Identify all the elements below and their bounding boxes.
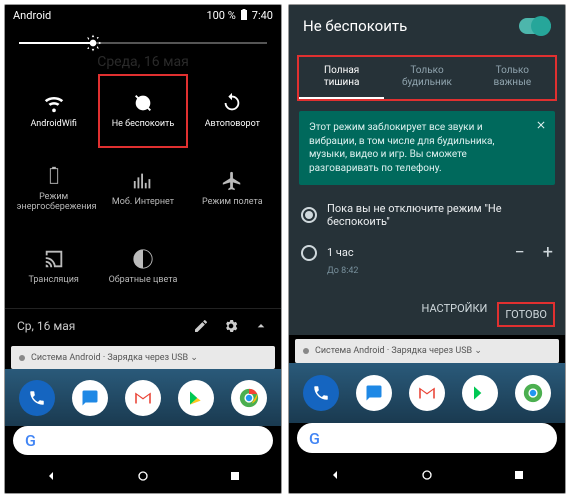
app-play[interactable] (462, 375, 498, 411)
status-time: 7:40 (252, 9, 273, 22)
dnd-title: Не беспокоить (303, 17, 407, 35)
app-phone[interactable] (303, 375, 339, 411)
dock (289, 363, 565, 423)
status-bar: Android 100 % 7:40 (5, 5, 281, 26)
chevron-up-icon[interactable] (253, 318, 269, 334)
qs-tile-data[interactable]: Моб. Интернет (98, 152, 187, 226)
brightness-icon (83, 33, 103, 53)
radio-label: Пока вы не отключите режим "Не беспокоит… (327, 202, 553, 228)
tile-label: Режим энергосбережения (17, 193, 91, 213)
radio-hours[interactable]: 1 час − + (301, 235, 553, 270)
notification-system[interactable]: Система Android · Зарядка через USB ⌄ (11, 346, 275, 369)
battery-icon (240, 9, 248, 21)
tile-label: Обратные цвета (109, 276, 178, 286)
brightness-slider[interactable] (5, 26, 281, 60)
nav-back-icon[interactable] (43, 468, 59, 484)
dnd-info: Этот режим заблокирует все звуки и вибра… (299, 111, 555, 185)
app-messages[interactable] (356, 375, 392, 411)
dnd-actions: НАСТРОЙКИ ГОТОВО (289, 294, 565, 335)
invert-icon (132, 248, 154, 270)
qs-tile-battery[interactable]: Режим энергосбережения (9, 152, 98, 226)
stepper: − + (514, 242, 553, 263)
google-search-bar[interactable]: G (13, 426, 273, 455)
radio-until-off[interactable]: Пока вы не отключите режим "Не беспокоит… (301, 195, 553, 235)
done-button[interactable]: ГОТОВО (497, 302, 555, 327)
notif-icon (19, 355, 25, 361)
tile-label: Автоповорот (205, 120, 260, 130)
status-right: 100 % 7:40 (206, 9, 273, 22)
qs-footer: Ср, 16 мая (5, 308, 281, 342)
tile-label: AndroidWifi (30, 120, 76, 130)
tile-label: Моб. Интернет (112, 198, 174, 208)
nav-bar (5, 459, 281, 493)
qs-tile-wifi[interactable]: AndroidWifi (9, 74, 98, 148)
notif-text: Система Android · Зарядка через USB ⌄ (31, 353, 198, 363)
rotate-icon (221, 92, 243, 114)
nav-home-icon[interactable] (135, 468, 151, 484)
nav-back-icon[interactable] (327, 467, 343, 483)
cast-icon (43, 248, 65, 270)
tile-label: Не беспокоить (112, 120, 175, 130)
tab-будильник[interactable]: Толькобудильник (384, 57, 469, 99)
app-gmail[interactable] (409, 375, 445, 411)
airplane-icon (221, 170, 243, 192)
qs-tile-invert[interactable]: Обратные цвета (98, 230, 187, 304)
nav-recent-icon[interactable] (227, 468, 243, 484)
nav-bar (289, 457, 565, 493)
radio-label: 1 час (327, 246, 354, 259)
dnd-toggle[interactable] (519, 18, 551, 34)
wifi-icon (43, 92, 65, 114)
radio-icon (301, 245, 317, 261)
tile-label: Режим полета (202, 198, 263, 208)
app-phone[interactable] (19, 380, 55, 416)
settings-button[interactable]: НАСТРОЙКИ (422, 302, 488, 327)
notif-icon (303, 348, 309, 354)
app-chrome[interactable] (515, 375, 551, 411)
duration-options: Пока вы не отключите режим "Не беспокоит… (301, 195, 553, 276)
google-search-bar[interactable]: G (297, 423, 557, 453)
dnd-icon (132, 92, 154, 114)
battery-percent: 100 % (206, 9, 235, 22)
footer-date: Ср, 16 мая (17, 319, 75, 333)
notification-system[interactable]: Система Android · Зарядка через USB ⌄ (295, 339, 559, 363)
nav-recent-icon[interactable] (511, 467, 527, 483)
app-chrome[interactable] (231, 380, 267, 416)
google-logo: G (25, 431, 36, 450)
close-icon[interactable] (535, 119, 547, 131)
tab-тишина[interactable]: Полнаятишина (299, 57, 384, 99)
status-title: Android (13, 9, 206, 22)
dnd-tabs: ПолнаятишинаТолькобудильникТольковажные (297, 55, 557, 101)
qs-grid: AndroidWifi Не беспокоить Автоповорот Режим… (5, 70, 281, 304)
dock (5, 369, 281, 426)
battery-icon (43, 165, 65, 187)
tab-важные[interactable]: Тольковажные (470, 57, 555, 99)
nav-home-icon[interactable] (419, 467, 435, 483)
qs-tile-dnd[interactable]: Не беспокоить (98, 74, 187, 148)
radio-subtext: До 8:42 (327, 266, 553, 276)
phone-left-quicksettings: Android 100 % 7:40 Среда, 16 мая Android… (4, 4, 282, 494)
data-icon (132, 170, 154, 192)
dnd-header: Не беспокоить (289, 5, 565, 47)
qs-tile-airplane[interactable]: Режим полета (188, 152, 277, 226)
gear-icon[interactable] (223, 318, 239, 334)
app-play[interactable] (178, 380, 214, 416)
dnd-info-text: Этот режим заблокирует все звуки и вибра… (309, 122, 494, 174)
notif-text: Система Android · Зарядка через USB ⌄ (315, 346, 482, 356)
app-messages[interactable] (72, 380, 108, 416)
google-logo: G (309, 429, 320, 448)
tile-label: Трансляция (28, 276, 78, 286)
plus-button[interactable]: + (543, 242, 553, 263)
radio-icon (301, 207, 317, 223)
minus-button[interactable]: − (514, 242, 524, 263)
phone-right-dnd: Не беспокоить ПолнаятишинаТолькобудильни… (288, 4, 566, 494)
app-gmail[interactable] (125, 380, 161, 416)
qs-tile-cast[interactable]: Трансляция (9, 230, 98, 304)
edit-icon[interactable] (193, 318, 209, 334)
qs-tile-rotate[interactable]: Автоповорот (188, 74, 277, 148)
